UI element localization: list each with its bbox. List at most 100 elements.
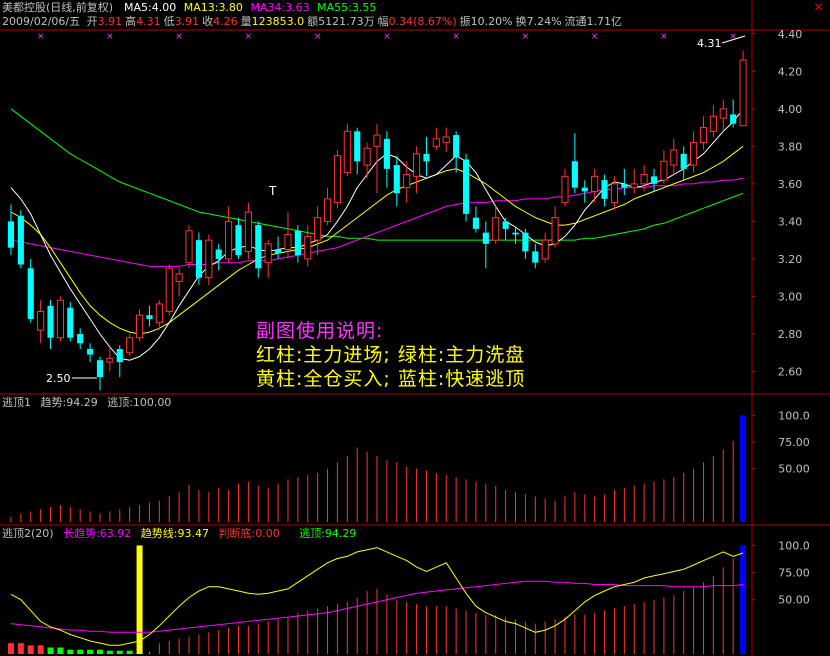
- quote-field: 额5121.73万: [307, 15, 375, 28]
- ma-legend: MA5:4.00 MA13:3.80 MA34:3.63 MA55:3.55: [124, 1, 376, 14]
- quote-field-key: 振: [459, 15, 471, 28]
- candle-body-down: [383, 138, 390, 169]
- quote-field-key: 流通: [564, 15, 587, 28]
- stock-title: 美都控股(日线,前复权): [2, 1, 114, 14]
- candle-body-down: [87, 348, 94, 355]
- candle-body-down: [472, 217, 480, 229]
- signal-marker: ×: [106, 32, 114, 42]
- candle-body-up: [442, 136, 450, 144]
- quote-field-value: 1.71亿: [586, 15, 623, 28]
- candle-body-up: [135, 314, 144, 339]
- candle-body-up: [660, 160, 668, 181]
- candle-body-down: [482, 232, 489, 244]
- panel1-header: 逃顶1 趋势:94.29 逃顶:100.00: [2, 396, 171, 409]
- candle-body-up: [690, 142, 698, 166]
- quote-field: 低3.91: [164, 15, 200, 28]
- p2-y-tick-label: 75.00: [778, 567, 810, 580]
- candle-body-up: [106, 357, 114, 363]
- candle-body-down: [7, 221, 15, 248]
- y-tick-label: 3.00: [778, 290, 803, 303]
- quote-info-line: 2009/02/06/五 开3.91 高4.31 低3.91 收4.26 量123853…: [2, 15, 622, 28]
- candle-body-up: [264, 243, 272, 264]
- p2-bottom-bar: [96, 649, 103, 654]
- y-tick-label: 3.60: [778, 178, 803, 191]
- panel2-title: 逃顶2(20): [2, 527, 54, 540]
- signal-marker: ×: [452, 32, 460, 42]
- candle-body-up: [126, 337, 134, 354]
- candle-body-up: [719, 108, 727, 119]
- candle-body-up: [323, 198, 332, 222]
- p2-bottom-bar: [37, 645, 44, 654]
- signal-marker: ×: [591, 32, 599, 42]
- quote-field-value: 3.91: [97, 15, 123, 28]
- candle-body-up: [333, 155, 341, 204]
- p2-y-tick-label: 50.00: [778, 594, 810, 607]
- candle-body-down: [96, 360, 104, 378]
- candle-body-down: [255, 225, 262, 269]
- quote-field-key: 收: [202, 15, 214, 28]
- candle-body-down: [215, 249, 222, 259]
- candle-body-up: [284, 234, 292, 251]
- panel2-long-trend: 长趋势:63.92: [63, 527, 132, 540]
- panel2-trend-line: 趋势线:93.47: [140, 527, 209, 540]
- close-icon[interactable]: ×: [813, 0, 824, 15]
- p2-escape-bar: [740, 545, 747, 654]
- signal-marker: ×: [522, 32, 530, 42]
- candle-body-down: [67, 307, 74, 338]
- candle-body-up: [175, 273, 183, 282]
- quote-field-value: 10.20%: [470, 15, 513, 28]
- quote-field-value: 3.91: [174, 15, 200, 28]
- candle-body-up: [314, 217, 322, 241]
- quote-field-key: 开: [86, 15, 98, 28]
- p2-bottom-bar: [87, 649, 94, 654]
- candle-body-down: [512, 232, 519, 235]
- signal-marker: ×: [660, 32, 668, 42]
- candle-body-up: [37, 310, 45, 331]
- p2-bottom-bar: [77, 649, 84, 654]
- signal-marker: ×: [37, 32, 45, 42]
- candle-body-up: [591, 175, 599, 192]
- candle-body-down: [601, 180, 608, 199]
- candle-body-up: [155, 303, 163, 324]
- p2-bottom-bar: [47, 647, 54, 654]
- candle-body-up: [205, 239, 213, 279]
- p2-bottom-bar: [116, 650, 123, 654]
- candle-body-up: [244, 211, 252, 252]
- candle-body-down: [502, 221, 509, 229]
- signal-marker: ×: [175, 32, 183, 42]
- y-tick-label: 3.20: [778, 253, 803, 266]
- candle-body-down: [294, 230, 301, 256]
- quote-field-value: 0.34(8.67%): [388, 15, 457, 28]
- quote-field-key: 幅: [377, 15, 389, 28]
- p2-bottom-bar: [106, 650, 113, 654]
- quote-field: 振10.20%: [460, 15, 513, 28]
- candle-body-up: [343, 130, 351, 174]
- candle-body-up: [56, 299, 64, 339]
- ma5-label: MA5:4.00: [124, 1, 177, 14]
- candle-body-down: [650, 176, 658, 184]
- candle-body-down: [393, 165, 400, 194]
- candle-body-up: [373, 134, 381, 147]
- candle-body-up: [432, 138, 440, 147]
- quote-field-value: 4.31: [136, 15, 161, 28]
- signal-marker: ×: [383, 32, 391, 42]
- candle-body-down: [462, 159, 470, 214]
- candle-body-up: [403, 173, 411, 189]
- quote-field-value: 5121.73万: [318, 15, 375, 28]
- signal-marker: ×: [314, 32, 322, 42]
- candle-body-down: [354, 131, 361, 162]
- stock-chart[interactable]: 4.40 4.20 4.00 3.80 3.60 3.40 3.20 3.00 2.80 2.60…: [0, 0, 830, 656]
- candle-body-up: [551, 217, 559, 245]
- panel1-escape: 逃顶:100.00: [107, 396, 172, 409]
- candle-body-up: [561, 175, 569, 204]
- candle-body-down: [680, 153, 687, 169]
- note-title: 副图使用说明:: [256, 320, 384, 342]
- p1-escape-bar: [740, 415, 747, 522]
- candle-body-up: [699, 127, 708, 144]
- candle-body-up: [185, 230, 193, 264]
- candle-body-down: [146, 315, 153, 319]
- quote-field: 收4.26: [202, 15, 238, 28]
- candle-body-down: [571, 161, 578, 188]
- panel1-trend: 趋势:94.29: [40, 396, 98, 409]
- y-tick-label: 4.20: [778, 65, 803, 78]
